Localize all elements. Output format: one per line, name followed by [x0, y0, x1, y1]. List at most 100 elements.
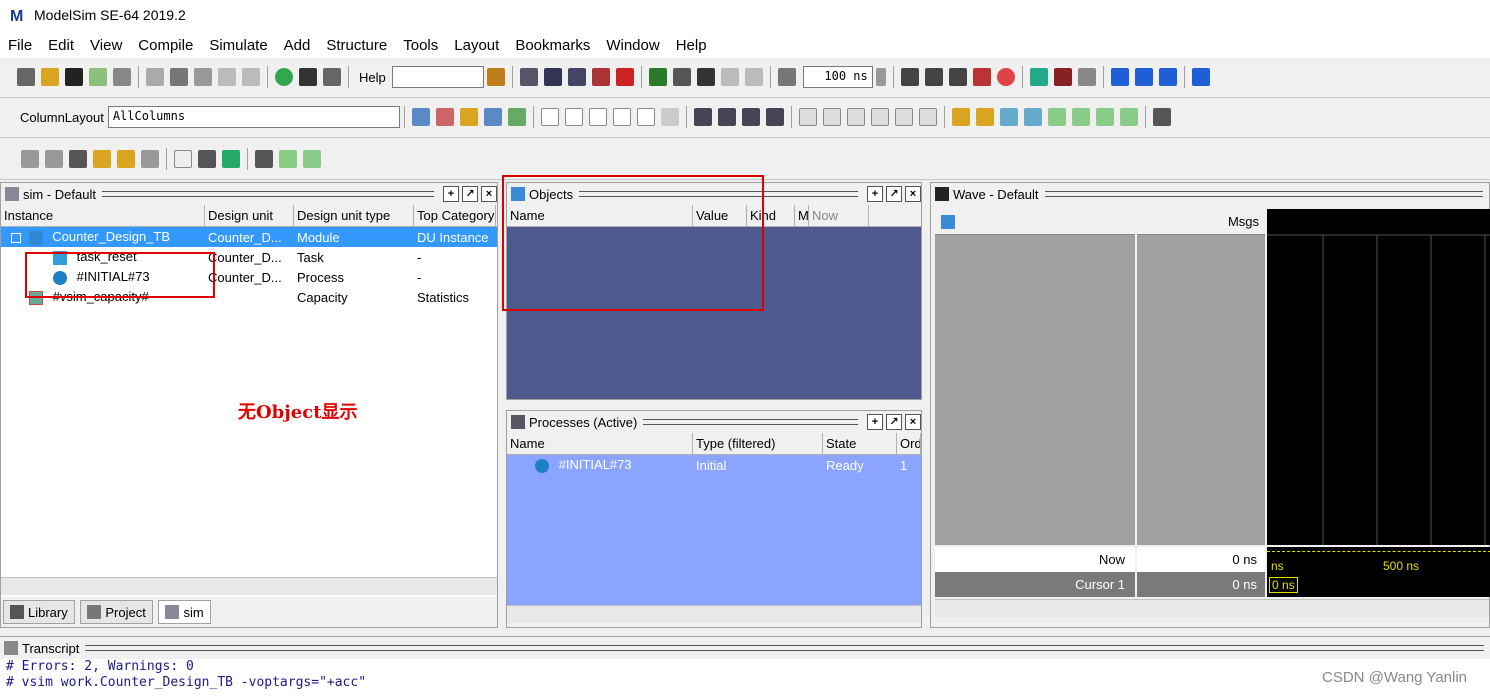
- column-layout-select[interactable]: AllColumns: [107, 106, 400, 128]
- gear-icon[interactable]: [693, 108, 712, 126]
- gear-4-icon[interactable]: [765, 108, 784, 126]
- wave-style-1-icon[interactable]: [174, 150, 192, 168]
- pan-mode-icon[interactable]: [846, 108, 865, 126]
- menu-structure[interactable]: Structure: [326, 37, 387, 54]
- edit-mode-icon[interactable]: [870, 108, 889, 126]
- menu-window[interactable]: Window: [606, 37, 659, 54]
- run-all-icon[interactable]: [948, 68, 967, 86]
- cursor-row[interactable]: Cursor 1: [935, 572, 1135, 597]
- restart-icon[interactable]: [777, 68, 796, 86]
- format-icon[interactable]: [323, 68, 341, 86]
- panel-add-button[interactable]: +: [867, 414, 883, 430]
- filter-inout-icon[interactable]: [588, 108, 607, 126]
- sim-hscrollbar[interactable]: [1, 577, 497, 595]
- panel-add-button[interactable]: +: [443, 186, 459, 202]
- col-state[interactable]: State: [823, 433, 897, 454]
- continue-icon[interactable]: [924, 68, 943, 86]
- copy-icon[interactable]: [170, 68, 188, 86]
- new-file-icon[interactable]: [17, 68, 35, 86]
- zoom-area-icon[interactable]: [141, 150, 159, 168]
- tab-project[interactable]: Project: [80, 600, 153, 624]
- wave-style-3-icon[interactable]: [222, 150, 240, 168]
- wave-tools-icon[interactable]: [459, 108, 478, 126]
- wave-edit-icon[interactable]: [435, 108, 454, 126]
- add-wave-icon[interactable]: [411, 108, 430, 126]
- panel-undock-button[interactable]: ↗: [886, 414, 902, 430]
- menu-bookmarks[interactable]: Bookmarks: [515, 37, 590, 54]
- compile-icon[interactable]: [519, 68, 538, 86]
- measure-mode-icon[interactable]: [894, 108, 913, 126]
- gear-3-icon[interactable]: [741, 108, 760, 126]
- compile-all-icon[interactable]: [543, 68, 562, 86]
- add-icon[interactable]: [275, 68, 293, 86]
- select-mode-icon[interactable]: [798, 108, 817, 126]
- save-icon[interactable]: [65, 68, 83, 86]
- col-top-category[interactable]: Top Category: [414, 205, 496, 226]
- hand-icon[interactable]: [1077, 68, 1096, 86]
- menu-tools[interactable]: Tools: [403, 37, 438, 54]
- step-out-icon[interactable]: [1158, 68, 1177, 86]
- run-length-input[interactable]: 100 ns: [802, 66, 873, 88]
- open-folder-icon[interactable]: [41, 68, 59, 86]
- panel-undock-button[interactable]: ↗: [462, 186, 478, 202]
- panel-add-button[interactable]: +: [867, 186, 883, 202]
- reload-icon[interactable]: [89, 68, 107, 86]
- break-run-icon[interactable]: [972, 68, 991, 86]
- zoom-out-icon[interactable]: [45, 150, 63, 168]
- filter-all-icon[interactable]: [636, 108, 655, 126]
- filter-clear-icon[interactable]: [660, 108, 679, 126]
- wave-style-2-icon[interactable]: [198, 150, 216, 168]
- menu-simulate[interactable]: Simulate: [209, 37, 267, 54]
- collapse-icon[interactable]: [11, 232, 21, 243]
- zoom-full-icon[interactable]: [69, 150, 87, 168]
- wave-objects-icon[interactable]: [941, 215, 955, 229]
- back-icon[interactable]: [720, 68, 739, 86]
- gear-2-icon[interactable]: [717, 108, 736, 126]
- more-tools-icon[interactable]: [1152, 108, 1171, 126]
- panel-close-button[interactable]: ×: [905, 186, 921, 202]
- panel-close-button[interactable]: ×: [905, 414, 921, 430]
- menu-layout[interactable]: Layout: [454, 37, 499, 54]
- forward-icon[interactable]: [744, 68, 763, 86]
- performance-icon[interactable]: [1029, 68, 1048, 86]
- menu-file[interactable]: File: [8, 37, 32, 54]
- panel-close-button[interactable]: ×: [481, 186, 497, 202]
- zoom-cursor-icon[interactable]: [93, 150, 111, 168]
- stop-icon[interactable]: [615, 68, 634, 86]
- col-design-unit[interactable]: Design unit: [205, 205, 294, 226]
- memory-icon[interactable]: [1053, 68, 1072, 86]
- col-instance[interactable]: Instance: [1, 205, 205, 226]
- wave-style-5-icon[interactable]: [279, 150, 297, 168]
- now-button[interactable]: Now: [809, 205, 869, 226]
- stretch-mode-icon[interactable]: [918, 108, 937, 126]
- simulate-icon[interactable]: [567, 68, 586, 86]
- edge-prev-icon[interactable]: [999, 108, 1018, 126]
- wave-export-icon[interactable]: [507, 108, 526, 126]
- col-name[interactable]: Name: [507, 433, 693, 454]
- wave-hscrollbar[interactable]: [935, 599, 1489, 617]
- paste-icon[interactable]: [194, 68, 212, 86]
- panel-undock-button[interactable]: ↗: [886, 186, 902, 202]
- run-length-spinner-icon[interactable]: [875, 68, 886, 86]
- wave-list-icon[interactable]: [483, 108, 502, 126]
- table-row[interactable]: Counter_Design_TB Counter_D... Module DU…: [1, 227, 497, 247]
- zoom-in-icon[interactable]: [21, 150, 39, 168]
- cut-icon[interactable]: [146, 68, 164, 86]
- col-design-unit-type[interactable]: Design unit type: [294, 205, 414, 226]
- processes-hscrollbar[interactable]: [507, 605, 921, 623]
- transcript-text[interactable]: # Errors: 2, Warnings: 0 # vsim work.Cou…: [0, 659, 1490, 691]
- menu-help[interactable]: Help: [676, 37, 707, 54]
- edge-rise-icon[interactable]: [1047, 108, 1066, 126]
- print-icon[interactable]: [113, 68, 131, 86]
- help-search-input[interactable]: [391, 66, 484, 88]
- up-arrow-icon[interactable]: [696, 68, 715, 86]
- tab-sim[interactable]: sim: [158, 600, 211, 624]
- col-mode[interactable]: M: [795, 205, 809, 226]
- stop-run-icon[interactable]: [996, 68, 1015, 86]
- tab-library[interactable]: Library: [3, 600, 75, 624]
- wave-canvas[interactable]: [1267, 209, 1490, 545]
- zoom-range-icon[interactable]: [117, 150, 135, 168]
- find-icon[interactable]: [299, 68, 317, 86]
- wave-values[interactable]: Msgs: [1137, 209, 1265, 545]
- edge-next-icon[interactable]: [1023, 108, 1042, 126]
